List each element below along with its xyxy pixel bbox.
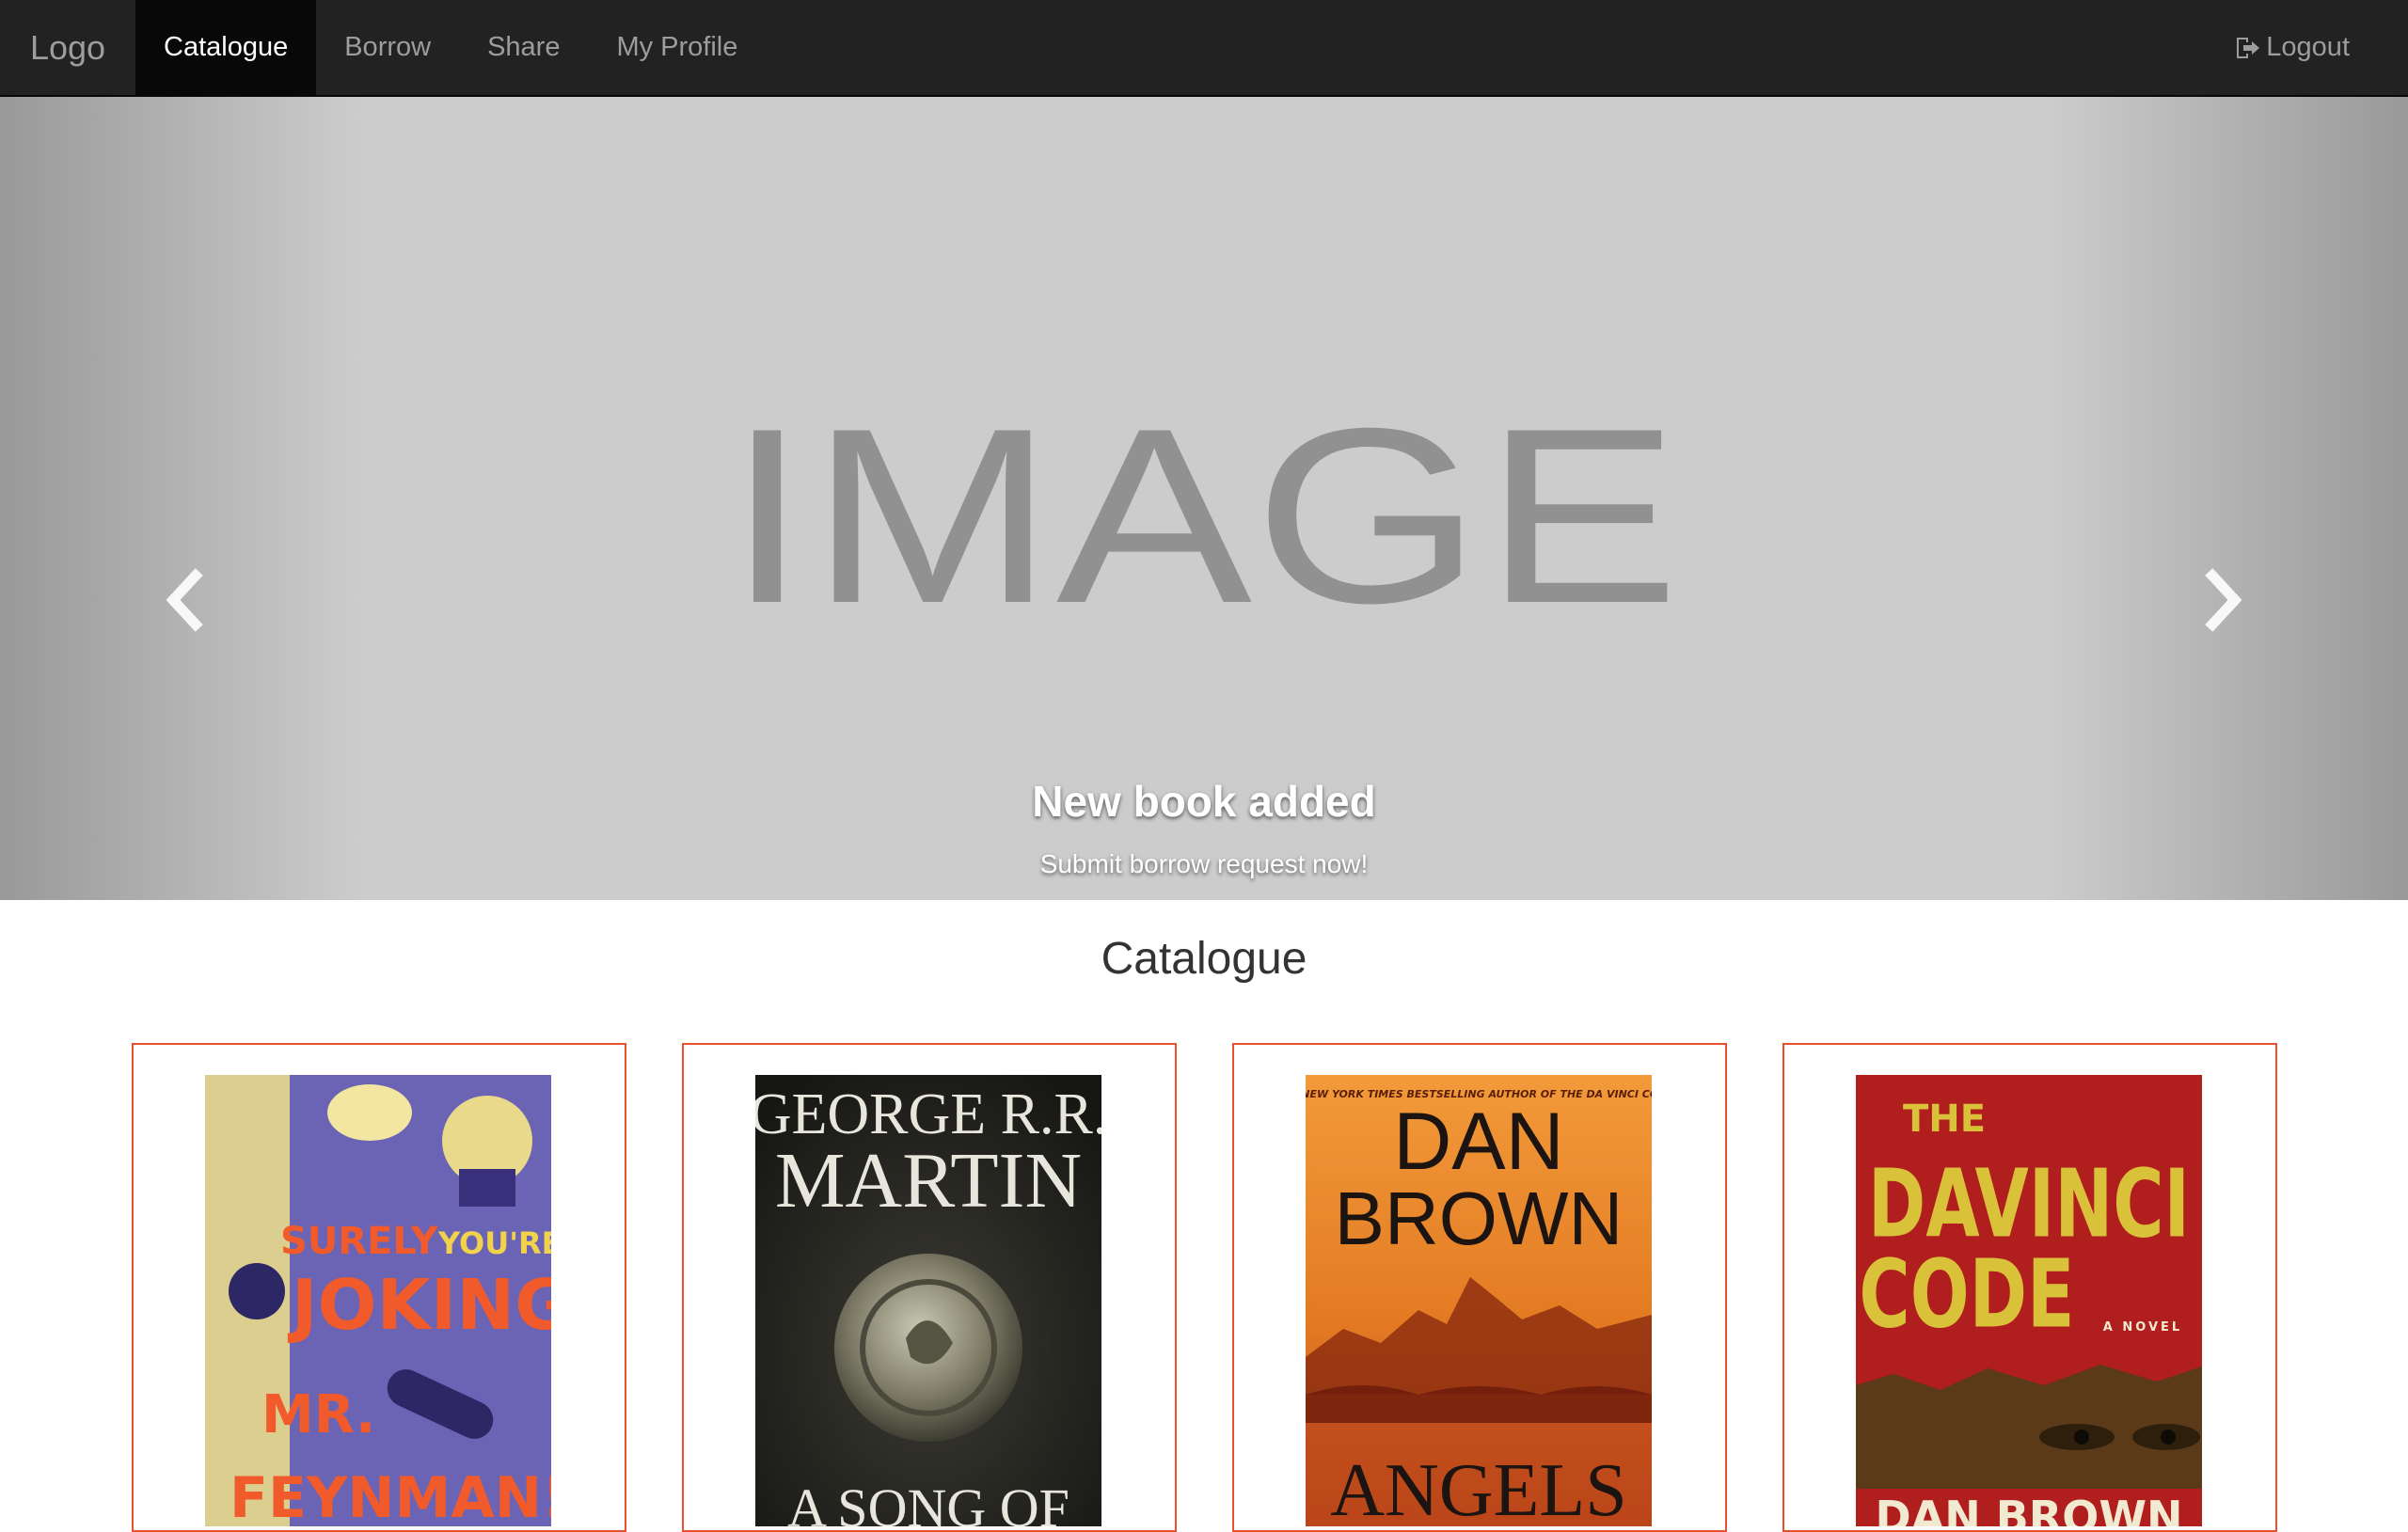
cover-title-line: YOU'RE (437, 1225, 551, 1261)
logout-button[interactable]: Logout (2206, 0, 2408, 95)
nav-item-share[interactable]: Share (459, 0, 588, 95)
book-cover[interactable]: SURELY YOU'RE JOKING MR. FEYNMAN! (205, 1075, 551, 1526)
cover-title-line: DAN (1393, 1097, 1564, 1187)
chevron-right-icon[interactable] (2194, 562, 2250, 638)
top-navbar: Logo Catalogue Borrow Share My Profile L… (0, 0, 2408, 97)
cover-title-line: MARTIN (775, 1137, 1082, 1224)
cover-title-line: A SONG OF (787, 1477, 1069, 1526)
cover-title-line: SURELY (280, 1220, 439, 1263)
slide-placeholder-image: IMAGE (726, 377, 1682, 655)
book-card[interactable]: SURELY YOU'RE JOKING MR. FEYNMAN! (132, 1043, 626, 1532)
brand-logo[interactable]: Logo (0, 0, 135, 95)
cover-title-line: JOKING (287, 1265, 551, 1346)
nav-item-borrow[interactable]: Borrow (316, 0, 459, 95)
book-card[interactable]: GEORGE R.R. MARTIN A SONG OF (682, 1043, 1177, 1532)
cover-title-line: THE (1903, 1098, 1986, 1141)
cover-subtitle: A NOVEL (2103, 1320, 2182, 1335)
nav-item-my-profile[interactable]: My Profile (588, 0, 766, 95)
cover-author: DAN BROWN (1875, 1492, 2182, 1526)
cover-title-line: MR. (261, 1384, 375, 1445)
book-cover[interactable]: GEORGE R.R. MARTIN A SONG OF (755, 1075, 1101, 1526)
cover-title-line: ANGELS (1330, 1449, 1627, 1526)
chevron-left-icon[interactable] (158, 562, 214, 638)
book-cover[interactable]: THE DAVINCI CODE A NOVEL DAN BROWN (1856, 1075, 2202, 1526)
book-cover[interactable]: #1 NEW YORK TIMES BESTSELLING AUTHOR OF … (1306, 1075, 1652, 1526)
book-card[interactable]: THE DAVINCI CODE A NOVEL DAN BROWN (1782, 1043, 2277, 1532)
catalogue-heading: Catalogue (1101, 934, 1307, 984)
cover-title-line: CODE (1859, 1239, 2074, 1349)
slide-caption-text: Submit borrow request now! (1039, 849, 1369, 878)
cover-title-line: BROWN (1335, 1177, 1624, 1260)
logout-label: Logout (2266, 32, 2350, 62)
slide-caption-title: New book added (1032, 777, 1376, 826)
nav-item-catalogue[interactable]: Catalogue (135, 0, 317, 95)
book-card[interactable]: #1 NEW YORK TIMES BESTSELLING AUTHOR OF … (1232, 1043, 1727, 1532)
hero-carousel: IMAGE New book added Submit borrow reque… (0, 97, 2408, 900)
log-out-icon (2237, 37, 2260, 58)
cover-title-line: FEYNMAN! (230, 1465, 551, 1526)
